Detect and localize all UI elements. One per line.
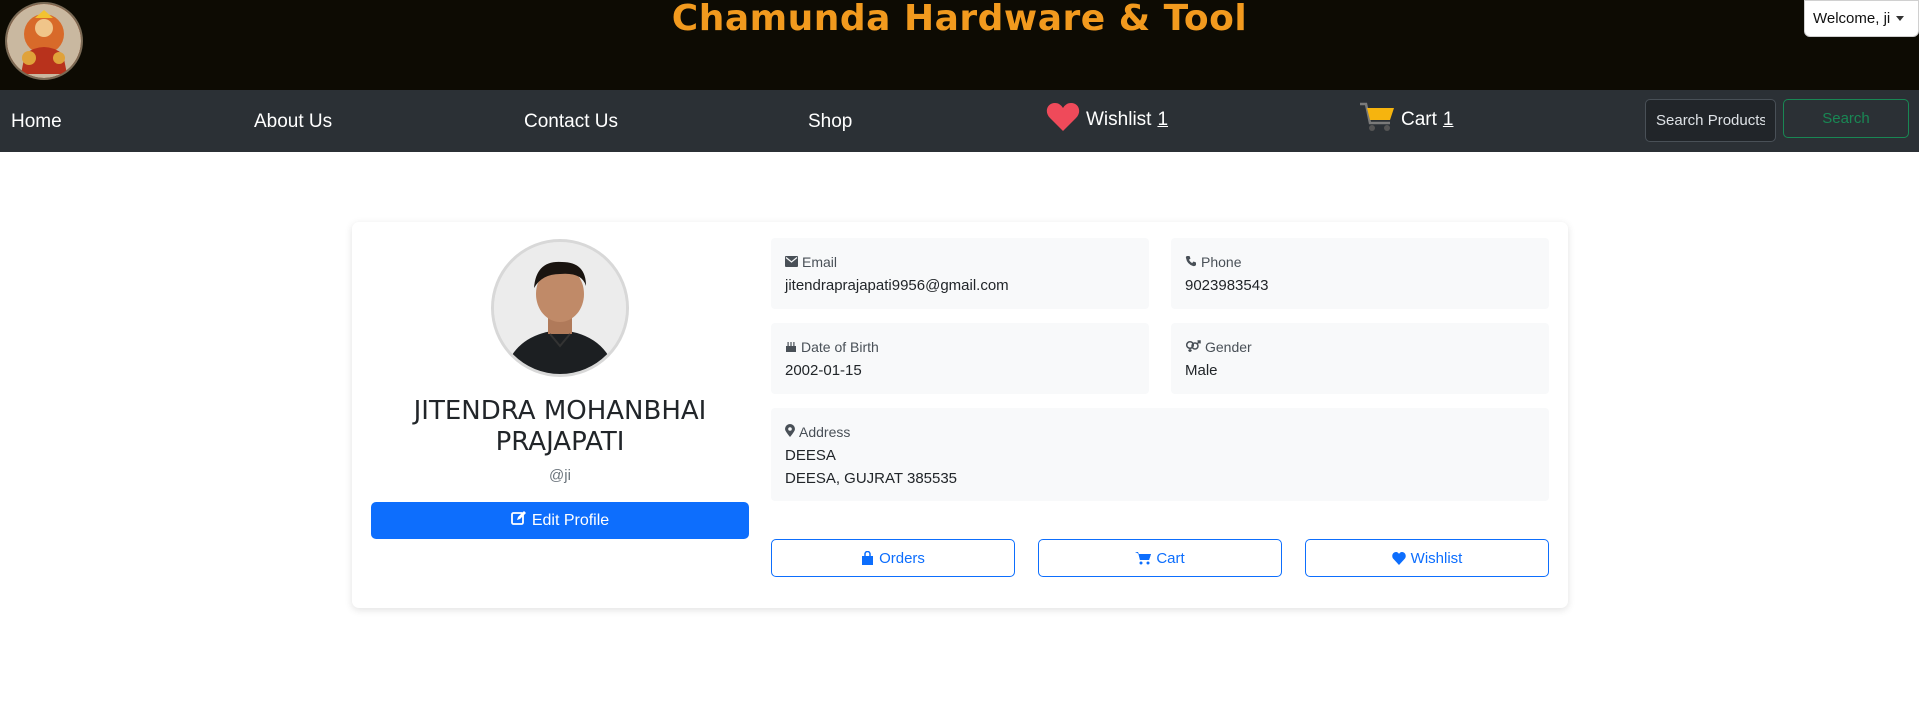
address-label: Address bbox=[799, 424, 851, 440]
cart-icon bbox=[1359, 101, 1395, 139]
edit-profile-button[interactable]: Edit Profile bbox=[371, 502, 749, 539]
address-line-2: DEESA, GUJRAT 385535 bbox=[785, 470, 958, 487]
search-button[interactable]: Search bbox=[1783, 99, 1909, 138]
shopping-bag-icon bbox=[861, 551, 879, 565]
cart-button[interactable]: Cart bbox=[1038, 539, 1282, 577]
address-value: DEESA DEESA, GUJRAT 385535 bbox=[785, 444, 957, 490]
wishlist-button[interactable]: Wishlist bbox=[1305, 539, 1549, 577]
wishlist-count[interactable]: 1 bbox=[1157, 109, 1168, 131]
search-input[interactable] bbox=[1645, 99, 1776, 142]
phone-value: 9023983543 bbox=[1185, 277, 1269, 294]
birthday-cake-icon bbox=[785, 339, 801, 355]
heart-icon bbox=[1046, 102, 1080, 138]
phone-icon bbox=[1185, 254, 1201, 270]
profile-username: @ji bbox=[549, 467, 571, 484]
gender-label: Gender bbox=[1205, 339, 1252, 355]
address-box: Address DEESA DEESA, GUJRAT 385535 bbox=[771, 408, 1549, 501]
cart-button-label: Cart bbox=[1156, 549, 1185, 567]
wishlist-label: Wishlist bbox=[1086, 109, 1152, 130]
shopping-cart-icon bbox=[1135, 551, 1156, 565]
nav-home[interactable]: Home bbox=[11, 111, 62, 133]
phone-label: Phone bbox=[1201, 254, 1242, 270]
gender-box: Gender Male bbox=[1171, 323, 1549, 394]
email-label: Email bbox=[802, 254, 838, 270]
dob-box: Date of Birth 2002-01-15 bbox=[771, 323, 1149, 394]
nav-wishlist[interactable]: Wishlist 1 bbox=[1046, 102, 1168, 138]
cart-count[interactable]: 1 bbox=[1443, 109, 1454, 131]
caret-down-icon bbox=[1896, 16, 1905, 21]
orders-button[interactable]: Orders bbox=[771, 539, 1015, 577]
edit-icon bbox=[510, 510, 527, 531]
nav-cart[interactable]: Cart 1 bbox=[1359, 101, 1454, 139]
gender-icon bbox=[1185, 339, 1205, 355]
envelope-icon bbox=[785, 254, 802, 270]
nav-about[interactable]: About Us bbox=[254, 111, 332, 133]
wishlist-button-label: Wishlist bbox=[1410, 549, 1463, 567]
profile-avatar bbox=[491, 239, 629, 377]
email-value: jitendraprajapati9956@gmail.com bbox=[785, 277, 1009, 294]
dob-label: Date of Birth bbox=[801, 339, 879, 355]
nav-shop[interactable]: Shop bbox=[808, 111, 852, 133]
nav-contact[interactable]: Contact Us bbox=[524, 111, 618, 133]
profile-full-name: JITENDRA MOHANBHAI PRAJAPATI bbox=[413, 396, 707, 457]
dob-value: 2002-01-15 bbox=[785, 362, 862, 379]
address-line-1: DEESA bbox=[785, 447, 836, 464]
gender-value: Male bbox=[1185, 362, 1218, 379]
heart-icon bbox=[1391, 551, 1411, 565]
top-header: Chamunda Hardware & Tool bbox=[0, 0, 1919, 90]
email-box: Email jitendraprajapati9956@gmail.com bbox=[771, 238, 1149, 309]
map-marker-icon bbox=[785, 424, 799, 440]
site-title: Chamunda Hardware & Tool bbox=[671, 0, 1248, 39]
edit-profile-label: Edit Profile bbox=[531, 511, 610, 529]
phone-box: Phone 9023983543 bbox=[1171, 238, 1549, 309]
orders-label: Orders bbox=[879, 549, 925, 567]
user-dropdown[interactable]: Welcome, ji bbox=[1804, 0, 1919, 37]
cart-label: Cart bbox=[1401, 109, 1437, 130]
welcome-label: Welcome, ji bbox=[1813, 10, 1891, 27]
